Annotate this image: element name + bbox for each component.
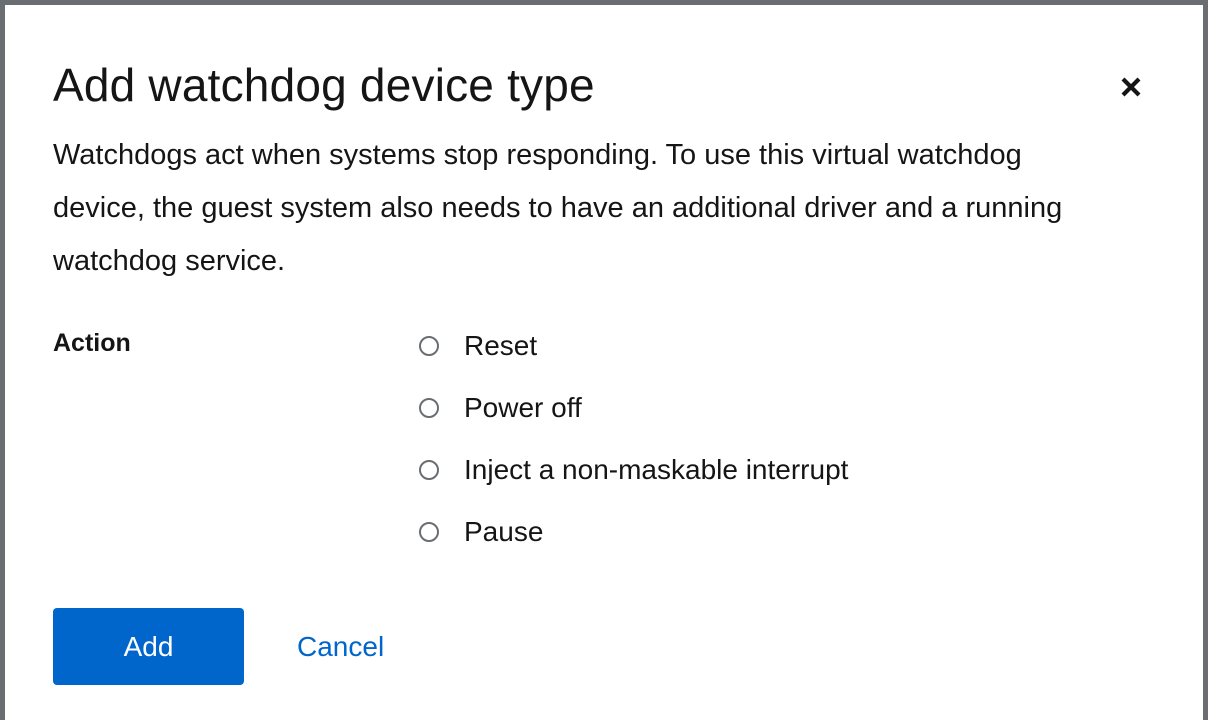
radio-button[interactable] xyxy=(419,522,439,542)
cancel-button[interactable]: Cancel xyxy=(277,608,404,685)
radio-button[interactable] xyxy=(419,336,439,356)
dialog-title: Add watchdog device type xyxy=(53,59,595,111)
radio-button[interactable] xyxy=(419,460,439,480)
radio-option-pause[interactable]: Pause xyxy=(419,501,848,563)
close-button[interactable] xyxy=(1111,67,1151,107)
close-icon xyxy=(1121,77,1141,97)
radio-option-inject-nmi[interactable]: Inject a non-maskable interrupt xyxy=(419,439,848,501)
dialog-description: Watchdogs act when systems stop respondi… xyxy=(53,139,1063,277)
action-radio-group: Reset Power off Inject a non-maskable in… xyxy=(419,315,848,563)
radio-option-reset[interactable]: Reset xyxy=(419,315,848,377)
action-label: Action xyxy=(53,329,131,357)
radio-label: Pause xyxy=(464,516,544,547)
radio-label: Reset xyxy=(464,330,538,361)
watchdog-dialog: Add watchdog device type Watchdogs act w… xyxy=(0,0,1208,720)
radio-button[interactable] xyxy=(419,398,439,418)
radio-option-power-off[interactable]: Power off xyxy=(419,377,848,439)
radio-label: Power off xyxy=(464,392,582,423)
add-button[interactable]: Add xyxy=(53,608,244,685)
radio-label: Inject a non-maskable interrupt xyxy=(464,454,849,485)
